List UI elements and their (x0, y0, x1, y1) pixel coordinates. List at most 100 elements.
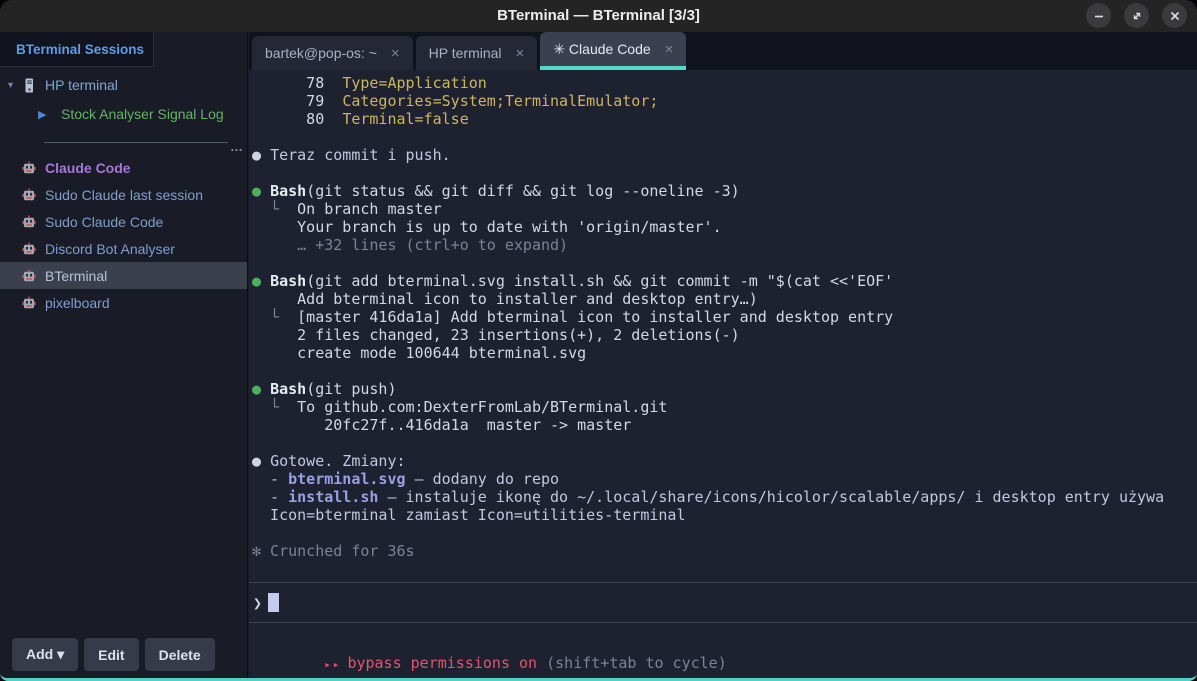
text-segment: Add bterminal icon to installer and desk… (252, 290, 758, 308)
sidebar-item-bterminal[interactable]: BTerminal (0, 262, 247, 289)
tab-label: HP terminal (429, 45, 502, 61)
text-segment: └ (252, 200, 297, 218)
terminal-line (252, 164, 1197, 182)
sidebar-button-row: Add ▾EditDelete (12, 638, 215, 671)
tab-close-icon[interactable]: × (665, 42, 674, 57)
text-segment: 2 files changed, 23 insertions(+), 2 del… (252, 326, 740, 344)
terminal-line: create mode 100644 bterminal.svg (252, 344, 1197, 362)
tab-claude-code[interactable]: ✳ Claude Code × (540, 32, 686, 70)
robot-icon (22, 242, 36, 256)
sidebar-item-discord-bot-analyser[interactable]: Discord Bot Analyser (0, 235, 247, 262)
terminal-line: 79 Categories=System;TerminalEmulator; (252, 92, 1197, 110)
cycle-hint: (shift+tab to cycle) (537, 654, 727, 672)
status-bar: ▸▸bypass permissions on (shift+tab to cy… (249, 630, 1197, 652)
text-segment: On branch master (297, 200, 442, 218)
tree-item-label: HP terminal (45, 77, 118, 93)
text-segment: bterminal.svg (288, 470, 405, 488)
text-segment: … +32 lines (ctrl+o to expand) (297, 236, 568, 254)
text-segment: Teraz commit i push. (270, 146, 451, 164)
window-title: BTerminal — BTerminal [3/3] (0, 0, 1197, 32)
terminal-line: ✻ Crunched for 36s (252, 542, 1197, 560)
text-segment: Bash (270, 380, 306, 398)
robot-icon (22, 269, 36, 283)
terminal-line: - bterminal.svg — dodany do repo (252, 470, 1197, 488)
prompt-input[interactable]: ❯ (249, 582, 1197, 623)
sidebar-divider: … (44, 136, 245, 148)
terminal-pane[interactable]: 78 Type=Application 79 Categories=System… (249, 70, 1197, 678)
text-segment: Icon=bterminal zamiast Icon=utilities-te… (252, 506, 685, 524)
tree-item-hp-terminal[interactable]: ▾ HP terminal (0, 71, 247, 99)
terminal-line: └ On branch master (252, 200, 1197, 218)
terminal-line: Add bterminal icon to installer and desk… (252, 290, 1197, 308)
text-segment: — instaluje ikonę do ~/.local/share/icon… (378, 488, 1164, 506)
text-segment: ● (252, 146, 270, 164)
terminal-line: ● Bash(git push) (252, 380, 1197, 398)
session-list: Claude Code Sudo Claude last session Sudo … (0, 154, 247, 316)
text-segment: (git push) (306, 380, 396, 398)
text-segment: ● (252, 272, 270, 290)
text-segment: 20fc27f..416da1a master -> master (252, 416, 631, 434)
text-segment: - (252, 470, 288, 488)
tab-close-icon[interactable]: × (516, 46, 525, 61)
tab-bartek-pop-os[interactable]: bartek@pop-os: ~ × (252, 36, 413, 70)
app-window: BTerminal — BTerminal [3/3] (0, 0, 1197, 681)
sidebar-item-label: Sudo Claude last session (45, 187, 203, 203)
text-segment: ● (252, 380, 270, 398)
terminal-line: Icon=bterminal zamiast Icon=utilities-te… (252, 506, 1197, 524)
text-segment: ● (252, 182, 270, 200)
delete-button[interactable]: Delete (145, 638, 215, 671)
sidebar-item-label: Sudo Claude Code (45, 214, 163, 230)
text-segment (252, 236, 297, 254)
computer-icon (23, 78, 35, 93)
terminal-line: 2 files changed, 23 insertions(+), 2 del… (252, 326, 1197, 344)
terminal-line (252, 128, 1197, 146)
text-segment: Categories=System;TerminalEmulator; (342, 92, 658, 110)
tab-hp-terminal[interactable]: HP terminal × (416, 36, 538, 70)
minimize-button[interactable] (1086, 3, 1111, 28)
text-segment: 80 (252, 110, 342, 128)
text-segment: └ (252, 398, 297, 416)
terminal-line: ● Bash(git add bterminal.svg install.sh … (252, 272, 1197, 290)
tab-bar: bartek@pop-os: ~×HP terminal×✳ Claude Co… (249, 32, 1197, 70)
edit-button[interactable]: Edit (84, 638, 138, 671)
terminal-line: └ To github.com:DexterFromLab/BTerminal.… (252, 398, 1197, 416)
tree-item-stock-analyser-signal-log[interactable]: ▶ Stock Analyser Signal Log (0, 100, 247, 128)
close-button[interactable] (1162, 3, 1187, 28)
text-segment: (git status && git diff && git log --one… (306, 182, 739, 200)
text-segment: ✻ Crunched for 36s (252, 542, 415, 560)
chevron-down-icon[interactable]: ▾ (8, 80, 23, 91)
text-segment: Your branch is up to date with 'origin/m… (252, 218, 722, 236)
sidebar-item-sudo-claude-last-session[interactable]: Sudo Claude last session (0, 181, 247, 208)
sidebar-item-pixelboard[interactable]: pixelboard (0, 289, 247, 316)
text-segment: Terminal=false (342, 110, 468, 128)
terminal-line: - install.sh — instaluje ikonę do ~/.loc… (252, 488, 1197, 506)
robot-icon (22, 188, 36, 202)
terminal-line: ● Gotowe. Zmiany: (252, 452, 1197, 470)
close-icon (1169, 10, 1181, 22)
tab-label: bartek@pop-os: ~ (265, 45, 377, 61)
add-button[interactable]: Add ▾ (12, 638, 78, 671)
maximize-icon (1131, 10, 1143, 22)
tab-label: ✳ Claude Code (553, 41, 650, 58)
robot-icon (22, 215, 36, 229)
text-segment: (git add bterminal.svg install.sh && git… (306, 272, 893, 290)
sidebar-item-label: Discord Bot Analyser (45, 241, 175, 257)
title-bar[interactable]: BTerminal — BTerminal [3/3] (0, 0, 1197, 32)
text-segment: └ (252, 308, 297, 326)
sidebar-item-sudo-claude-code[interactable]: Sudo Claude Code (0, 208, 247, 235)
text-segment: 79 (252, 92, 342, 110)
ellipsis-icon[interactable]: … (230, 139, 245, 154)
robot-icon (22, 161, 36, 175)
terminal-line (252, 254, 1197, 272)
minimize-icon (1093, 10, 1105, 22)
sidebar-item-claude-code[interactable]: Claude Code (0, 154, 247, 181)
sidebar-item-label: BTerminal (45, 268, 107, 284)
tab-close-icon[interactable]: × (391, 46, 400, 61)
sidebar-item-label: Claude Code (45, 160, 131, 176)
terminal-line: 80 Terminal=false (252, 110, 1197, 128)
text-cursor (268, 593, 279, 612)
text-segment: Type=Application (342, 74, 487, 92)
window-controls (1086, 3, 1187, 28)
play-icon[interactable]: ▶ (38, 108, 61, 121)
maximize-button[interactable] (1124, 3, 1149, 28)
